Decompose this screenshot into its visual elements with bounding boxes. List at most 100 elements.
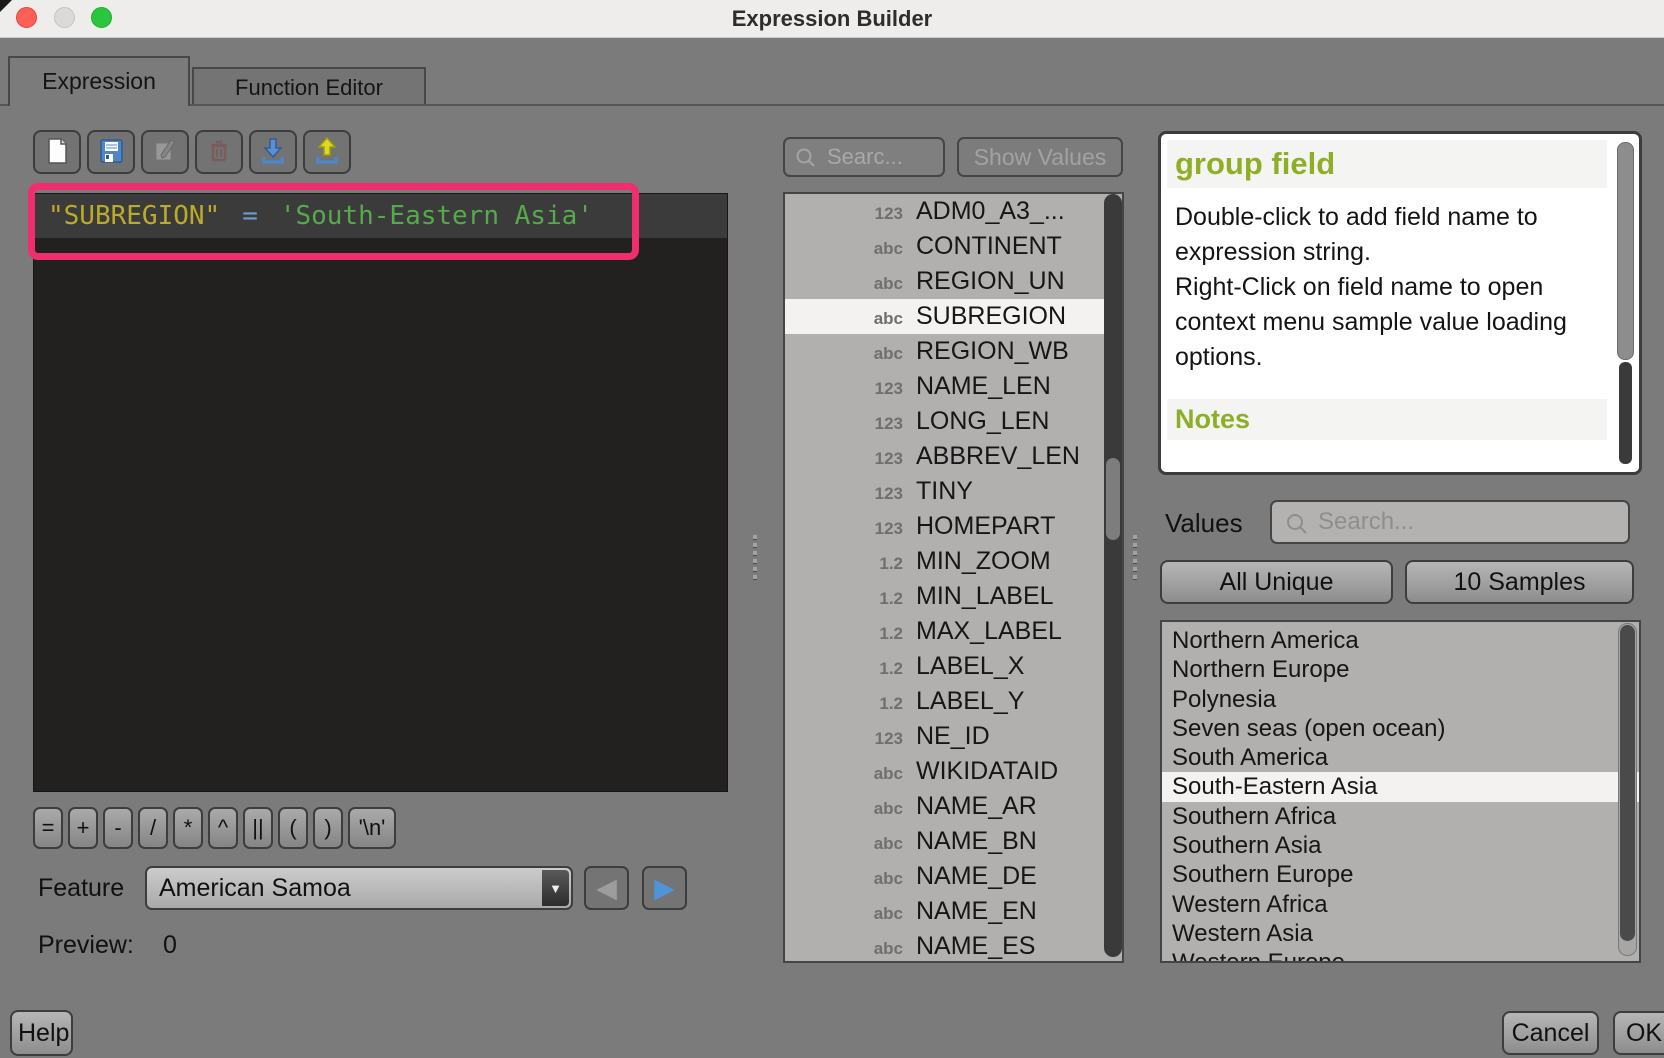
values-list-scrollbar-thumb[interactable] (1620, 625, 1635, 941)
operator-button[interactable]: * (173, 807, 203, 849)
help-button[interactable]: Help (10, 1010, 73, 1056)
field-name-label: NAME_LEN (916, 372, 1051, 400)
field-list-item[interactable]: 1.2MIN_ZOOM (785, 544, 1122, 579)
field-type-badge: abc (785, 861, 903, 896)
download-tray-icon (257, 135, 289, 170)
operator-button[interactable]: ) (313, 807, 343, 849)
field-list-item[interactable]: abc SUBREGION (785, 299, 1122, 334)
ok-button[interactable]: OK (1613, 1011, 1664, 1055)
field-list-item[interactable]: abcREGION_UN (785, 264, 1122, 299)
operator-button[interactable]: || (243, 807, 273, 849)
field-type-badge: 123 (785, 511, 903, 546)
chevron-down-icon[interactable]: ▼ (542, 870, 569, 906)
operator-button[interactable]: ( (278, 807, 308, 849)
values-list-scrollbar[interactable] (1618, 623, 1637, 956)
tab-expression[interactable]: Expression (8, 56, 190, 106)
field-list-item[interactable]: 123ABBREV_LEN (785, 439, 1122, 474)
value-list-item[interactable]: Polynesia (1162, 685, 1639, 714)
value-list-item[interactable]: Western Europe (1162, 948, 1639, 963)
field-list-item[interactable]: abcNAME_DE (785, 859, 1122, 894)
field-list-item[interactable]: abc NAME_AR (785, 789, 1122, 824)
field-list-item[interactable]: 123NAME_LEN (785, 369, 1122, 404)
fields-search-input[interactable]: Searc... (783, 137, 945, 177)
expression-field-token: "SUBREGION" (48, 201, 220, 231)
field-type-badge: abc (785, 791, 903, 826)
value-list-item[interactable]: South America (1162, 743, 1639, 772)
field-list-item[interactable]: abcNAME_EN (785, 894, 1122, 929)
field-type-badge: abc (785, 301, 903, 336)
field-name-label: ADM0_A3_... (916, 197, 1065, 225)
ten-samples-button[interactable]: 10 Samples (1405, 560, 1634, 604)
operator-button[interactable]: '\n' (348, 807, 396, 849)
values-search-input[interactable]: Search... (1270, 500, 1630, 544)
export-expression-button[interactable] (303, 130, 351, 174)
field-list-item[interactable]: abcWIKIDATAID (785, 754, 1122, 789)
operator-button[interactable]: ^ (208, 807, 238, 849)
operator-button[interactable]: + (68, 807, 98, 849)
value-list-item[interactable]: Western Asia (1162, 919, 1639, 948)
field-list-item[interactable]: 123TINY (785, 474, 1122, 509)
operator-row: =+-/*^||()'\n' (33, 807, 396, 849)
field-list-item[interactable]: 1.2LABEL_X (785, 649, 1122, 684)
value-list-item[interactable]: Western Africa (1162, 890, 1639, 919)
field-name-label: LONG_LEN (916, 407, 1049, 435)
delete-expression-button[interactable] (195, 130, 243, 174)
expression-editor[interactable]: "SUBREGION"='South-Eastern Asia' (33, 193, 728, 792)
field-type-badge: abc (785, 231, 903, 266)
floppy-disk-icon (95, 135, 127, 170)
help-notes-heading: Notes (1167, 399, 1607, 440)
field-list-item[interactable]: abcREGION_WB (785, 334, 1122, 369)
value-list-item[interactable]: Seven seas (open ocean) (1162, 714, 1639, 743)
field-list-item[interactable]: 123LONG_LEN (785, 404, 1122, 439)
value-list-item[interactable]: Southern Europe (1162, 860, 1639, 889)
fields-list-scrollbar-thumb[interactable] (1106, 458, 1120, 540)
value-list-item[interactable]: Northern Europe (1162, 655, 1639, 684)
feature-combobox[interactable]: American Samoa ▼ (145, 866, 573, 910)
field-type-badge: 1.2 (785, 546, 903, 581)
feature-label: Feature (38, 874, 124, 903)
field-list-item[interactable]: abc CONTINENT (785, 229, 1122, 264)
help-panel-scrollbar[interactable] (1617, 142, 1634, 464)
value-list-item[interactable]: Southern Asia (1162, 831, 1639, 860)
preview-label: Preview: (38, 931, 134, 960)
previous-feature-button[interactable]: ◀ (584, 866, 629, 910)
field-name-label: NAME_AR (916, 792, 1037, 820)
new-expression-button[interactable] (33, 130, 81, 174)
field-name-label: MIN_LABEL (916, 582, 1054, 610)
field-list-item[interactable]: abcNAME_BN (785, 824, 1122, 859)
field-name-label: WIKIDATAID (916, 757, 1058, 785)
field-list-item[interactable]: 1.2MAX_LABEL (785, 614, 1122, 649)
edit-expression-button[interactable] (141, 130, 189, 174)
next-feature-button[interactable]: ▶ (642, 866, 687, 910)
field-list-item[interactable]: abcNAME_ES (785, 929, 1122, 963)
field-type-badge: abc (785, 826, 903, 861)
field-name-label: CONTINENT (916, 232, 1062, 260)
operator-button[interactable]: / (138, 807, 168, 849)
show-values-button[interactable]: Show Values (957, 137, 1123, 177)
preview-value: 0 (163, 931, 177, 960)
field-name-label: SUBREGION (916, 302, 1066, 330)
field-list-item[interactable]: 123ADM0_A3_... (785, 194, 1122, 229)
import-expression-button[interactable] (249, 130, 297, 174)
field-list-item[interactable]: 1.2MIN_LABEL (785, 579, 1122, 614)
splitter-fields-values[interactable] (1131, 535, 1139, 583)
help-panel-title: group field (1167, 140, 1607, 188)
field-list-item[interactable]: 1.2LABEL_Y (785, 684, 1122, 719)
operator-button[interactable]: = (33, 807, 63, 849)
field-list-item[interactable]: 123HOMEPART (785, 509, 1122, 544)
splitter-editor-fields[interactable] (751, 535, 759, 583)
save-expression-button[interactable] (87, 130, 135, 174)
cancel-button[interactable]: Cancel (1502, 1011, 1599, 1055)
value-list-item[interactable]: South-Eastern Asia (1162, 772, 1639, 801)
fields-list-scrollbar[interactable] (1104, 194, 1122, 957)
value-list-item[interactable]: Northern America (1162, 626, 1639, 655)
value-list-item[interactable]: Southern Africa (1162, 802, 1639, 831)
fields-list[interactable]: 123ADM0_A3_...abcCONTINENTabcREGION_UNab… (783, 192, 1124, 963)
all-unique-button[interactable]: All Unique (1160, 560, 1393, 604)
field-list-item[interactable]: 123NE_ID (785, 719, 1122, 754)
help-panel-scrollbar-thumb[interactable] (1617, 142, 1634, 360)
operator-button[interactable]: - (103, 807, 133, 849)
expression-code-line[interactable]: "SUBREGION"='South-Eastern Asia' (34, 194, 727, 238)
values-list[interactable]: Northern AmericaNorthern EuropePolynesia… (1160, 620, 1641, 963)
tab-function-editor[interactable]: Function Editor (192, 67, 426, 106)
